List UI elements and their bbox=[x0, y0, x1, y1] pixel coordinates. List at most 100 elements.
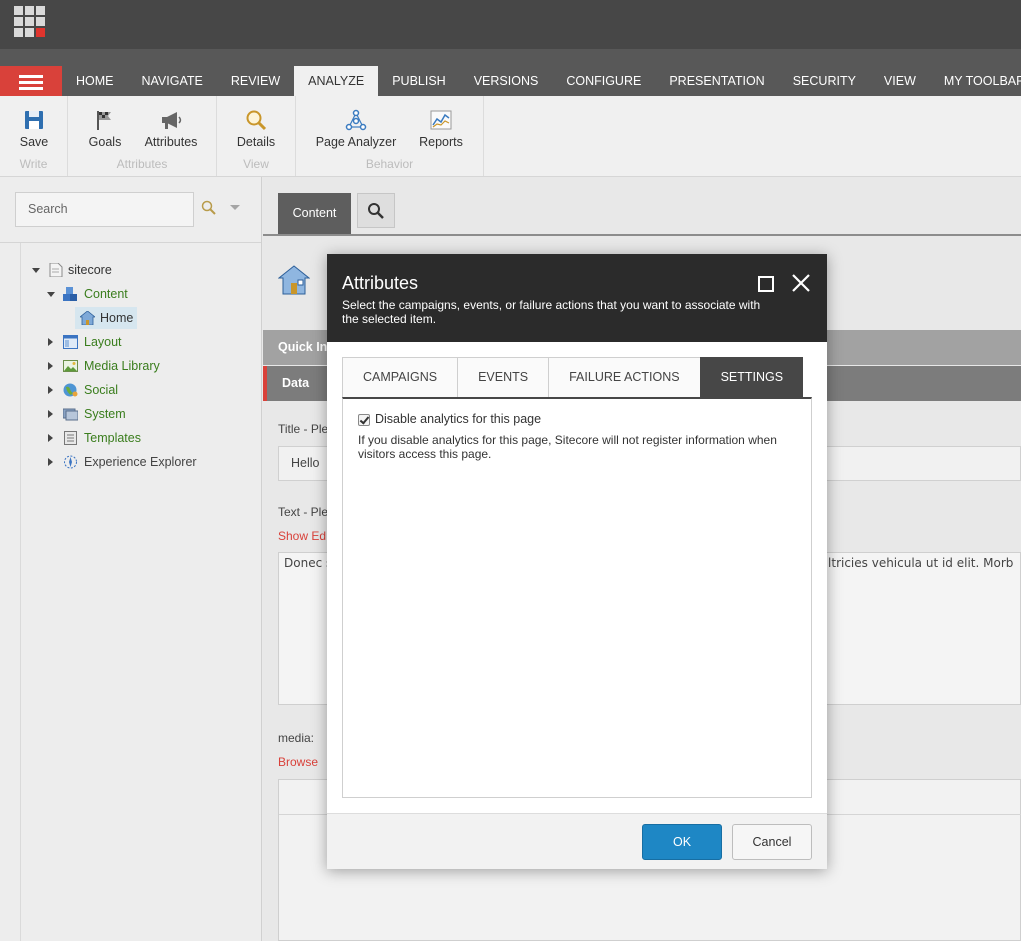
dialog-title: Attributes bbox=[342, 273, 419, 293]
magnifier-icon bbox=[246, 110, 267, 131]
home-icon bbox=[278, 265, 310, 295]
tab-navigate[interactable]: NAVIGATE bbox=[128, 66, 217, 96]
tree-item-social[interactable]: Social bbox=[46, 380, 246, 400]
search-icon[interactable] bbox=[201, 200, 217, 216]
ribbon-group-view: Details View bbox=[217, 96, 296, 176]
tree-item-content[interactable]: Content bbox=[46, 284, 246, 304]
attributes-dialog: Attributes Select the campaigns, events,… bbox=[327, 254, 827, 869]
disable-analytics-label[interactable]: Disable analytics for this page bbox=[375, 412, 541, 426]
disable-analytics-checkbox[interactable] bbox=[358, 414, 370, 426]
globe-icon bbox=[63, 383, 78, 397]
tab-campaigns[interactable]: CAMPAIGNS bbox=[342, 357, 458, 398]
dialog-header: Attributes Select the campaigns, events,… bbox=[327, 254, 827, 342]
expand-arrow-icon[interactable] bbox=[48, 338, 53, 346]
tab-events[interactable]: EVENTS bbox=[457, 357, 549, 398]
ribbon-tabs: HOME NAVIGATE REVIEW ANALYZE PUBLISH VER… bbox=[62, 66, 1021, 96]
expand-arrow-icon[interactable] bbox=[48, 458, 53, 466]
text-field-value-start: Donec s bbox=[284, 556, 333, 570]
tab-search[interactable] bbox=[357, 193, 395, 228]
chevron-down-icon[interactable] bbox=[230, 205, 240, 210]
expand-arrow-icon[interactable] bbox=[48, 386, 53, 394]
line-chart-icon bbox=[430, 110, 452, 130]
dialog-footer: OK Cancel bbox=[327, 813, 827, 869]
dialog-subtitle: Select the campaigns, events, or failure… bbox=[342, 298, 761, 326]
ribbon-tab-bar: HOME NAVIGATE REVIEW ANALYZE PUBLISH VER… bbox=[0, 49, 1021, 96]
search-icon bbox=[368, 203, 384, 219]
image-icon bbox=[63, 360, 78, 372]
tab-analyze[interactable]: ANALYZE bbox=[294, 66, 379, 96]
settings-panel: Disable analytics for this page If you d… bbox=[342, 397, 812, 798]
tab-home[interactable]: HOME bbox=[62, 66, 128, 96]
hamburger-menu-icon[interactable] bbox=[0, 66, 62, 96]
expand-arrow-icon[interactable] bbox=[48, 434, 53, 442]
save-button[interactable]: Save bbox=[10, 108, 58, 149]
template-icon bbox=[64, 431, 77, 445]
details-button[interactable]: Details bbox=[234, 108, 278, 149]
divider bbox=[0, 242, 261, 243]
tree-item-templates[interactable]: Templates bbox=[46, 428, 246, 448]
tree-item-home[interactable]: Home bbox=[80, 308, 140, 328]
divider bbox=[263, 234, 1021, 236]
tree-item-system[interactable]: System bbox=[46, 404, 246, 424]
flag-icon bbox=[97, 111, 111, 130]
maximize-icon[interactable] bbox=[758, 276, 774, 292]
collapse-arrow-icon[interactable] bbox=[47, 292, 55, 297]
compass-icon bbox=[64, 455, 77, 469]
media-field-label: media: bbox=[278, 731, 315, 745]
system-icon bbox=[63, 408, 78, 421]
browse-link[interactable]: Browse bbox=[278, 755, 318, 769]
expand-arrow-icon[interactable] bbox=[48, 410, 53, 418]
content-tree-panel: Search sitecore Content Home Layout Medi… bbox=[0, 177, 262, 941]
layout-icon bbox=[63, 335, 78, 349]
cancel-button[interactable]: Cancel bbox=[732, 824, 812, 860]
text-field-value-end: h ultricies vehicula ut id elit. Morb bbox=[809, 556, 1014, 570]
launchpad-icon[interactable] bbox=[14, 6, 47, 39]
tab-failure-actions[interactable]: FAILURE ACTIONS bbox=[548, 357, 700, 398]
group-label-attributes: Attributes bbox=[116, 157, 168, 171]
page-analyzer-button[interactable]: Page Analyzer bbox=[311, 108, 401, 149]
tree-item-experience-explorer[interactable]: Experience Explorer bbox=[46, 452, 246, 472]
attributes-button[interactable]: Attributes bbox=[141, 108, 201, 149]
tab-configure[interactable]: CONFIGURE bbox=[552, 66, 655, 96]
goals-button[interactable]: Goals bbox=[83, 108, 127, 149]
tree-item-layout[interactable]: Layout bbox=[46, 332, 246, 352]
ribbon-group-behavior: Page Analyzer Reports Behavior bbox=[296, 96, 484, 176]
tree-item-media-library[interactable]: Media Library bbox=[46, 356, 246, 376]
tab-settings[interactable]: SETTINGS bbox=[699, 357, 804, 398]
group-label-write: Write bbox=[19, 157, 48, 171]
tab-security[interactable]: SECURITY bbox=[779, 66, 870, 96]
group-label-behavior: Behavior bbox=[365, 157, 414, 171]
megaphone-icon bbox=[162, 112, 182, 129]
collapse-arrow-icon[interactable] bbox=[32, 268, 40, 273]
tab-content[interactable]: Content bbox=[278, 193, 351, 234]
divider bbox=[20, 243, 21, 941]
tab-publish[interactable]: PUBLISH bbox=[378, 66, 460, 96]
close-icon[interactable] bbox=[790, 272, 812, 294]
content-cubes-icon bbox=[63, 287, 77, 301]
group-label-view: View bbox=[243, 157, 269, 171]
text-field-label: Text - Ple bbox=[278, 505, 329, 519]
title-field-label: Title - Ple bbox=[278, 422, 329, 436]
ribbon-group-attributes: Goals Attributes Attributes bbox=[68, 96, 217, 176]
ribbon: Save Write Goals Attributes Attributes D… bbox=[0, 96, 1021, 177]
disable-analytics-help: If you disable analytics for this page, … bbox=[358, 433, 777, 461]
ribbon-group-write: Save Write bbox=[0, 96, 68, 176]
dialog-tabs: CAMPAIGNS EVENTS FAILURE ACTIONS SETTING… bbox=[342, 357, 804, 398]
home-icon bbox=[80, 311, 95, 325]
save-icon bbox=[25, 111, 43, 129]
dialog-body: CAMPAIGNS EVENTS FAILURE ACTIONS SETTING… bbox=[327, 342, 827, 813]
tab-review[interactable]: REVIEW bbox=[217, 66, 294, 96]
expand-arrow-icon[interactable] bbox=[48, 362, 53, 370]
document-icon bbox=[49, 263, 63, 277]
network-icon bbox=[345, 109, 367, 131]
tab-versions[interactable]: VERSIONS bbox=[460, 66, 553, 96]
reports-button[interactable]: Reports bbox=[416, 108, 466, 149]
tree-search-input[interactable]: Search bbox=[15, 192, 194, 227]
tab-view[interactable]: VIEW bbox=[870, 66, 930, 96]
ok-button[interactable]: OK bbox=[642, 824, 722, 860]
tab-presentation[interactable]: PRESENTATION bbox=[655, 66, 778, 96]
tab-my-toolbar[interactable]: MY TOOLBAR bbox=[930, 66, 1021, 96]
tree-item-sitecore[interactable]: sitecore bbox=[30, 260, 230, 280]
top-bar bbox=[0, 0, 1021, 49]
show-editor-link[interactable]: Show Ed bbox=[278, 529, 326, 543]
